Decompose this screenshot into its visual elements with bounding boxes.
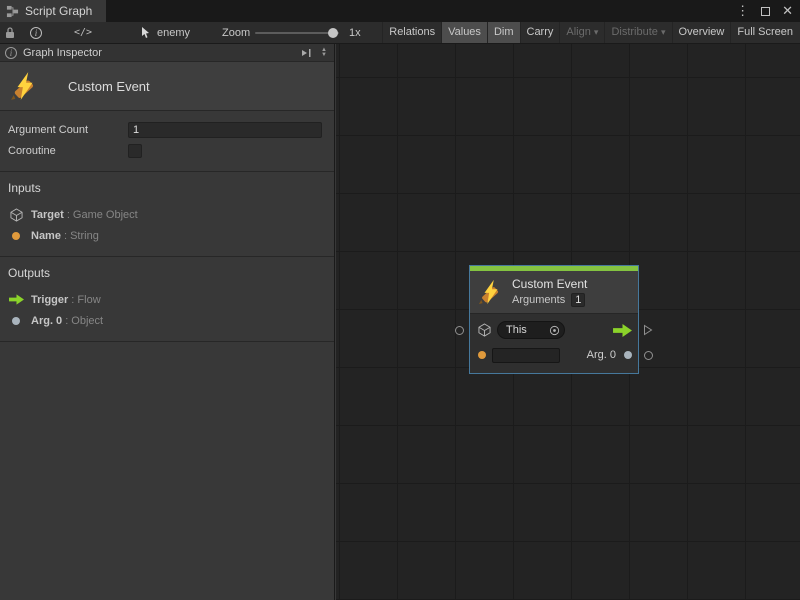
port-type: : Game Object	[67, 209, 138, 221]
target-input-port[interactable]	[455, 326, 464, 335]
arg0-object-port-icon[interactable]	[624, 351, 632, 359]
node-body: This Arg. 0	[470, 313, 638, 373]
port-name: Trigger	[31, 294, 68, 306]
name-string-port-icon[interactable]	[478, 351, 486, 359]
port-name: Target	[31, 209, 64, 221]
name-port-row: Arg. 0	[478, 346, 632, 364]
node-arguments-value[interactable]: 1	[571, 293, 585, 307]
overview-button[interactable]: Overview	[672, 22, 731, 43]
outputs-section: Outputs Trigger : Flow Arg. 0 : Object	[0, 257, 334, 342]
cursor-icon	[140, 26, 152, 39]
panel-spinner[interactable]: ▲ ▼	[319, 48, 329, 58]
values-button[interactable]: Values	[441, 22, 487, 43]
zoom-value: 1x	[349, 22, 361, 43]
zoom-slider-track[interactable]	[255, 32, 339, 34]
port-type: : Object	[65, 315, 103, 327]
dim-button[interactable]: Dim	[487, 22, 520, 43]
object-picker-icon	[549, 325, 560, 336]
coroutine-label: Coroutine	[8, 145, 128, 157]
port-name: Arg. 0	[31, 315, 62, 327]
node-header[interactable]: Custom Event Arguments 1	[470, 271, 638, 313]
toolbar-buttons: Relations Values Dim Carry Align ▾ Distr…	[382, 22, 799, 43]
zoom-slider-knob[interactable]	[328, 28, 338, 38]
graph-name: enemy	[157, 27, 190, 39]
tab-script-graph[interactable]: Script Graph	[0, 0, 106, 22]
node-title: Custom Event	[512, 277, 587, 291]
graph-inspector-panel: i Graph Inspector ▲ ▼ Custom Event Argum…	[0, 44, 335, 600]
custom-event-icon	[10, 71, 40, 101]
outputs-title: Outputs	[8, 266, 324, 280]
trigger-flow-port-icon[interactable]	[613, 324, 632, 337]
zoom-label-text: Zoom	[222, 27, 250, 39]
info-icon: i	[30, 27, 42, 39]
graph-canvas[interactable]: Custom Event Arguments 1 This	[336, 44, 800, 600]
custom-event-icon	[478, 279, 504, 305]
zoom-value-text: 1x	[349, 27, 361, 39]
object-dot-icon	[8, 317, 24, 325]
custom-event-node[interactable]: Custom Event Arguments 1 This	[469, 265, 639, 374]
flow-arrow-icon	[8, 294, 24, 305]
window-maximize-icon[interactable]	[761, 7, 770, 16]
port-type: : Flow	[71, 294, 100, 306]
port-type: : String	[64, 230, 99, 242]
carry-button[interactable]: Carry	[520, 22, 560, 43]
relations-button[interactable]: Relations	[382, 22, 441, 43]
distribute-label: Distribute	[611, 26, 657, 38]
script-graph-icon	[6, 5, 19, 18]
window-close-icon[interactable]: ✕	[782, 3, 793, 19]
target-object-dropdown[interactable]: This	[497, 321, 565, 339]
port-name: Name	[31, 230, 61, 242]
coroutine-checkbox[interactable]	[128, 144, 142, 158]
game-object-cube-icon	[8, 208, 24, 222]
argument-count-input[interactable]	[128, 122, 322, 138]
inspector-info-icon: i	[5, 47, 17, 59]
align-label: Align	[566, 26, 590, 38]
name-input-field[interactable]	[492, 348, 560, 363]
window-controls: ⋮ ✕	[736, 0, 793, 22]
node-arguments-label: Arguments	[512, 294, 565, 306]
port-row-arg0: Arg. 0 : Object	[8, 310, 324, 331]
target-port-row: This	[478, 321, 632, 339]
argument-count-row: Argument Count	[8, 119, 324, 140]
inputs-section: Inputs Target : Game Object Name : Strin…	[0, 172, 334, 257]
code-icon: </>	[74, 27, 92, 38]
zoom-slider[interactable]	[255, 22, 339, 43]
window-titlebar: Script Graph ⋮ ✕	[0, 0, 800, 22]
dock-panel-icon[interactable]	[301, 48, 313, 58]
edit-script-button[interactable]: </>	[74, 22, 92, 43]
inspector-titlebar: i Graph Inspector ▲ ▼	[0, 44, 334, 62]
graph-breadcrumb[interactable]: enemy	[140, 22, 190, 43]
distribute-button[interactable]: Distribute ▾	[604, 22, 671, 43]
spinner-down-icon: ▼	[321, 53, 327, 58]
inspected-unit-title: Custom Event	[68, 79, 150, 94]
target-value: This	[506, 324, 527, 336]
distribute-dropdown-arrow: ▾	[661, 27, 666, 37]
align-button[interactable]: Align ▾	[559, 22, 604, 43]
inspector-toggle-button[interactable]: i	[30, 22, 42, 43]
zoom-label: Zoom	[222, 22, 250, 43]
tab-label: Script Graph	[25, 4, 92, 18]
padlock-icon	[5, 26, 15, 39]
port-row-target: Target : Game Object	[8, 204, 324, 225]
window-menu-icon[interactable]: ⋮	[736, 3, 749, 19]
inspector-fields: Argument Count Coroutine	[0, 111, 334, 172]
fullscreen-button[interactable]: Full Screen	[730, 22, 799, 43]
lock-icon[interactable]	[5, 22, 15, 43]
argument-count-label: Argument Count	[8, 124, 128, 136]
graph-toolbar: i </> enemy Zoom 1x Relations Values Dim…	[0, 22, 800, 44]
game-object-cube-icon	[478, 323, 491, 337]
inspector-title: Graph Inspector	[23, 47, 102, 59]
trigger-output-port[interactable]	[643, 324, 653, 336]
coroutine-row: Coroutine	[8, 140, 324, 161]
arg0-label: Arg. 0	[587, 349, 616, 361]
arg0-output-port[interactable]	[644, 351, 653, 360]
align-dropdown-arrow: ▾	[594, 27, 599, 37]
port-row-trigger: Trigger : Flow	[8, 289, 324, 310]
port-row-name: Name : String	[8, 225, 324, 246]
inputs-title: Inputs	[8, 181, 324, 195]
string-dot-icon	[8, 232, 24, 240]
inspected-unit-header: Custom Event	[0, 62, 334, 111]
